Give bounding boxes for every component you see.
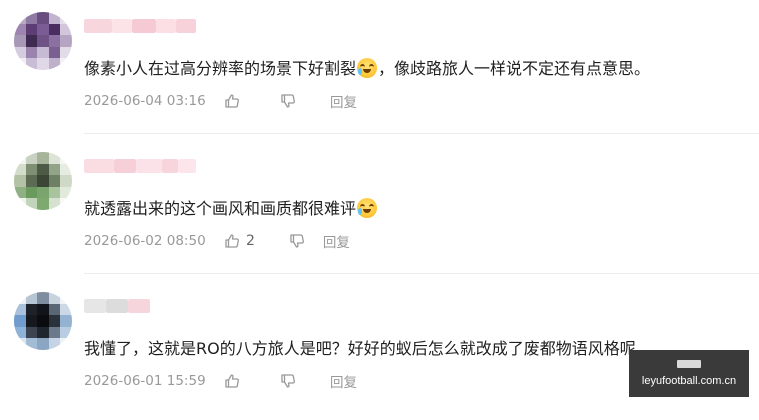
username-blurred[interactable] — [84, 299, 150, 313]
timestamp: 2026-06-02 08:50 — [84, 233, 206, 249]
like-count: 2 — [246, 233, 255, 249]
comment-item: 像素小人在过高分辨率的场景下好割裂 ，像歧路旅人一样说不定还有点意思。 2026-… — [0, 0, 759, 140]
comment-text: 我懂了，这就是RO的八方旅人是吧？好好的蚁后怎么就改成了废都物语风格呢 — [84, 339, 636, 358]
thumbs-down-icon — [281, 94, 295, 108]
comment-meta: 2026-06-02 08:50 2 回复 — [84, 231, 350, 251]
thumbs-up-icon — [225, 94, 239, 108]
divider — [84, 273, 759, 274]
timestamp: 2026-06-04 03:16 — [84, 93, 206, 109]
reply-button[interactable]: 回复 — [330, 371, 357, 391]
laugh-cry-emoji — [357, 58, 378, 78]
thumbs-down-icon — [290, 234, 304, 248]
dislike-button[interactable] — [280, 373, 296, 389]
avatar[interactable] — [14, 12, 72, 70]
avatar[interactable] — [14, 292, 72, 350]
thumbs-up-icon — [225, 234, 239, 248]
comment-meta: 2026-06-01 15:59 回复 — [84, 371, 357, 391]
comment-text: 就透露出来的这个画风和画质都很难评 — [84, 198, 378, 220]
like-button[interactable]: 2 — [224, 233, 255, 249]
like-button[interactable] — [224, 373, 246, 389]
watermark-text: leyufootball.com.cn — [641, 374, 737, 387]
watermark: leyufootball.com.cn — [629, 350, 749, 397]
dislike-button[interactable] — [289, 233, 305, 249]
username-blurred[interactable] — [84, 159, 196, 173]
comment-text: 像素小人在过高分辨率的场景下好割裂 ，像歧路旅人一样说不定还有点意思。 — [84, 58, 651, 78]
dislike-button[interactable] — [280, 93, 296, 109]
divider — [84, 133, 759, 134]
timestamp: 2026-06-01 15:59 — [84, 373, 206, 389]
comment-meta: 2026-06-04 03:16 回复 — [84, 91, 357, 111]
thumbs-up-icon — [225, 374, 239, 388]
comment-item: 就透露出来的这个画风和画质都很难评 2026-06-02 08:50 2 回复 — [0, 140, 759, 280]
like-button[interactable] — [224, 93, 246, 109]
watermark-logo — [677, 360, 701, 368]
thumbs-down-icon — [281, 374, 295, 388]
reply-button[interactable]: 回复 — [330, 91, 357, 111]
laugh-cry-emoji — [357, 198, 378, 218]
username-blurred[interactable] — [84, 19, 196, 33]
reply-button[interactable]: 回复 — [323, 231, 350, 251]
avatar[interactable] — [14, 152, 72, 210]
